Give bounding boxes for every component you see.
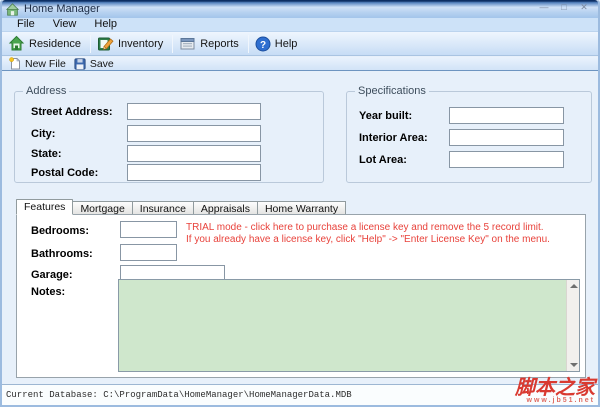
bedrooms-label: Bedrooms: bbox=[31, 225, 90, 237]
year-built-input[interactable] bbox=[449, 107, 564, 124]
reports-button[interactable]: Reports bbox=[176, 33, 245, 54]
minimize-button[interactable]: — bbox=[538, 2, 550, 13]
window-controls: — □ ✕ bbox=[538, 2, 590, 13]
bathrooms-input[interactable] bbox=[120, 244, 177, 261]
save-button-label: Save bbox=[89, 57, 114, 70]
trial-mode-notice[interactable]: TRIAL mode - click here to purchase a li… bbox=[186, 222, 578, 246]
city-input[interactable] bbox=[127, 125, 261, 142]
tab-insurance[interactable]: Insurance bbox=[132, 201, 194, 215]
street-address-label: Street Address: bbox=[31, 106, 113, 118]
tab-strip: Features Mortgage Insurance Appraisals H… bbox=[16, 199, 347, 215]
titlebar[interactable]: Home Manager — □ ✕ bbox=[2, 0, 598, 18]
app-icon bbox=[6, 2, 19, 16]
scroll-up-icon[interactable] bbox=[570, 284, 578, 288]
client-area: Address Street Address: City: State: Pos… bbox=[2, 72, 598, 384]
save-button[interactable]: Save bbox=[72, 58, 120, 70]
current-database-status: Current Database: C:\ProgramData\HomeMan… bbox=[6, 390, 352, 400]
reports-window-icon bbox=[179, 35, 196, 52]
postal-code-label: Postal Code: bbox=[31, 167, 99, 179]
notes-scrollbar[interactable] bbox=[566, 280, 579, 371]
help-button-label: Help bbox=[274, 37, 298, 50]
interior-area-input[interactable] bbox=[449, 129, 564, 146]
bedrooms-input[interactable] bbox=[120, 221, 177, 238]
menu-help[interactable]: Help bbox=[85, 18, 126, 31]
tab-features[interactable]: Features bbox=[16, 199, 74, 215]
state-input[interactable] bbox=[127, 145, 261, 162]
maximize-button[interactable]: □ bbox=[558, 2, 570, 13]
residence-button[interactable]: Residence bbox=[5, 33, 87, 54]
bathrooms-label: Bathrooms: bbox=[31, 248, 93, 260]
tab-home-warranty[interactable]: Home Warranty bbox=[257, 201, 347, 215]
year-built-label: Year built: bbox=[359, 110, 413, 122]
inventory-notebook-icon bbox=[97, 35, 114, 52]
lot-area-label: Lot Area: bbox=[359, 154, 407, 166]
postal-code-input[interactable] bbox=[127, 164, 261, 181]
file-toolbar: New File Save bbox=[2, 57, 598, 71]
residence-house-icon bbox=[8, 35, 25, 52]
residence-button-label: Residence bbox=[29, 37, 81, 50]
trial-notice-line2: If you already have a license key, click… bbox=[186, 234, 550, 245]
trial-notice-line1[interactable]: TRIAL mode - click here to purchase a li… bbox=[186, 222, 578, 234]
close-button[interactable]: ✕ bbox=[578, 2, 590, 13]
new-file-icon bbox=[9, 57, 21, 70]
notes-field bbox=[118, 279, 580, 372]
lot-area-input[interactable] bbox=[449, 151, 564, 168]
help-question-icon: ? bbox=[255, 36, 271, 52]
inventory-button[interactable]: Inventory bbox=[94, 33, 169, 54]
street-address-input[interactable] bbox=[127, 103, 261, 120]
specifications-groupbox: Specifications Year built: Interior Area… bbox=[346, 85, 592, 183]
new-file-button-label: New File bbox=[25, 57, 66, 70]
status-bar: Current Database: C:\ProgramData\HomeMan… bbox=[2, 384, 598, 405]
menu-view[interactable]: View bbox=[44, 18, 86, 31]
specifications-group-title: Specifications bbox=[355, 85, 429, 97]
tab-appraisals[interactable]: Appraisals bbox=[193, 201, 258, 215]
save-floppy-icon bbox=[74, 57, 86, 70]
svg-text:?: ? bbox=[260, 40, 266, 51]
garage-label: Garage: bbox=[31, 269, 73, 281]
toolbar-separator bbox=[89, 34, 91, 53]
main-toolbar: Residence Inventory Reports ? Help bbox=[2, 32, 598, 56]
new-file-button[interactable]: New File bbox=[7, 57, 72, 70]
notes-textarea[interactable] bbox=[119, 280, 566, 371]
address-group-title: Address bbox=[23, 85, 70, 97]
toolbar-separator bbox=[247, 34, 249, 53]
menu-file[interactable]: File bbox=[8, 18, 44, 31]
reports-button-label: Reports bbox=[200, 37, 239, 50]
inventory-button-label: Inventory bbox=[117, 37, 164, 50]
menu-bar: File View Help bbox=[2, 18, 598, 32]
help-button[interactable]: ? Help bbox=[252, 34, 304, 54]
notes-label: Notes: bbox=[31, 286, 66, 298]
features-tab-panel: Bedrooms: Bathrooms: Garage: TRIAL mode … bbox=[16, 214, 586, 378]
app-window: Home Manager — □ ✕ File View Help Reside… bbox=[0, 0, 600, 407]
city-label: City: bbox=[31, 128, 56, 140]
toolbar-separator bbox=[172, 34, 174, 53]
window-title: Home Manager bbox=[24, 3, 100, 15]
interior-area-label: Interior Area: bbox=[359, 132, 428, 144]
scroll-down-icon[interactable] bbox=[570, 363, 578, 367]
tab-mortgage[interactable]: Mortgage bbox=[73, 201, 133, 215]
state-label: State: bbox=[31, 148, 62, 160]
window-frame: Home Manager — □ ✕ File View Help Reside… bbox=[0, 0, 600, 407]
address-groupbox: Address Street Address: City: State: Pos… bbox=[14, 85, 324, 183]
